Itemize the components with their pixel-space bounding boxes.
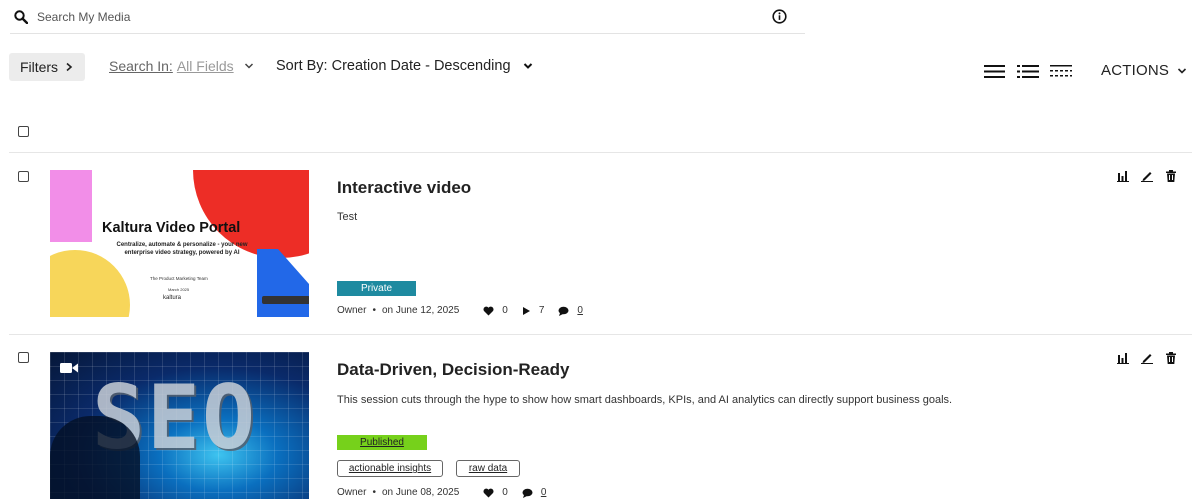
thumb-controls [262, 296, 309, 304]
sort-by-dropdown[interactable]: Sort By: Creation Date - Descending [276, 58, 533, 74]
entry-actions [1117, 170, 1177, 182]
heart-icon [483, 488, 494, 497]
comments-stat[interactable]: 0 [558, 305, 583, 316]
comment-icon [558, 306, 569, 316]
list-view-icon[interactable] [1017, 64, 1039, 79]
entry-owner: Owner [337, 305, 367, 316]
thumb-shape [50, 250, 130, 317]
chevron-down-icon [523, 63, 532, 69]
sort-by-label: Sort By: Creation Date - Descending [276, 58, 511, 74]
entry-title[interactable]: Interactive video [337, 178, 471, 198]
thumb-brand: Kaltura Video Portal [102, 220, 241, 236]
play-icon [522, 306, 530, 315]
entry-actions [1117, 352, 1177, 364]
actions-dropdown[interactable]: ACTIONS [1101, 62, 1187, 79]
thumb-date: March 2025 [168, 287, 190, 292]
entry-thumbnail[interactable]: SEO [50, 352, 309, 499]
thumb-shape [257, 249, 309, 317]
comment-icon [522, 488, 533, 498]
likes-stat: 0 [483, 305, 508, 316]
comments-count: 0 [540, 487, 547, 498]
search-in-value: All Fields [176, 58, 234, 74]
comments-stat[interactable]: 0 [522, 487, 547, 498]
entry-checkbox[interactable] [18, 352, 29, 363]
thumb-team: The Product Marketing Team [150, 276, 208, 281]
separator-dot: • [372, 305, 376, 316]
chevron-down-icon [1178, 67, 1187, 74]
thumb-subtitle: Centralize, automate & personalize - you… [116, 242, 248, 256]
video-camera-icon [60, 363, 78, 373]
compact-view-icon[interactable] [1050, 64, 1072, 79]
entry-description: This session cuts through the hype to sh… [337, 394, 953, 406]
analytics-icon[interactable] [1117, 170, 1129, 182]
divider [9, 334, 1192, 335]
likes-count: 0 [502, 305, 508, 316]
actions-label: ACTIONS [1101, 62, 1170, 79]
delete-icon[interactable] [1165, 170, 1177, 182]
entry-owner: Owner [337, 487, 367, 498]
chevron-down-icon [244, 63, 253, 69]
status-badge: Published [337, 435, 427, 450]
search-in-dropdown[interactable]: Search In: All Fields [109, 58, 254, 74]
info-icon[interactable] [772, 9, 787, 24]
tag-chip[interactable]: raw data [456, 460, 520, 477]
tag-chip[interactable]: actionable insights [337, 460, 443, 477]
heart-icon [483, 306, 494, 315]
comments-count: 0 [577, 305, 583, 316]
thumb-figure [50, 416, 140, 499]
plays-count: 7 [538, 305, 545, 316]
entry-date: on June 08, 2025 [381, 487, 460, 498]
entry-description: Test [337, 211, 358, 223]
divider [9, 152, 1192, 153]
filters-button[interactable]: Filters [9, 53, 85, 81]
likes-count: 0 [502, 487, 508, 498]
entry-checkbox[interactable] [18, 171, 29, 182]
likes-stat: 0 [483, 487, 508, 498]
entry-thumbnail[interactable]: Kaltura Video Portal Centralize, automat… [50, 170, 309, 317]
search-bar [10, 0, 805, 34]
status-badge: Private [337, 281, 416, 296]
filters-label: Filters [19, 59, 59, 75]
detailed-view-icon[interactable] [984, 64, 1006, 79]
chevron-right-icon [66, 62, 73, 72]
search-icon[interactable] [14, 10, 28, 24]
entry-date: on June 12, 2025 [381, 305, 460, 316]
entry-meta: Owner • on June 08, 2025 0 0 [337, 487, 560, 498]
delete-icon[interactable] [1165, 352, 1177, 364]
entry-title[interactable]: Data-Driven, Decision-Ready [337, 360, 569, 380]
entry-meta: Owner • on June 12, 2025 0 7 0 [337, 305, 597, 316]
search-input[interactable] [37, 7, 737, 27]
edit-icon[interactable] [1141, 170, 1153, 182]
analytics-icon[interactable] [1117, 352, 1129, 364]
thumb-logo: kaltura [163, 295, 182, 301]
edit-icon[interactable] [1141, 352, 1153, 364]
thumb-shape [50, 170, 92, 242]
search-in-prefix: Search In: [109, 58, 173, 74]
select-all-checkbox[interactable] [18, 126, 29, 137]
separator-dot: • [372, 487, 376, 498]
plays-stat: 7 [522, 305, 545, 316]
